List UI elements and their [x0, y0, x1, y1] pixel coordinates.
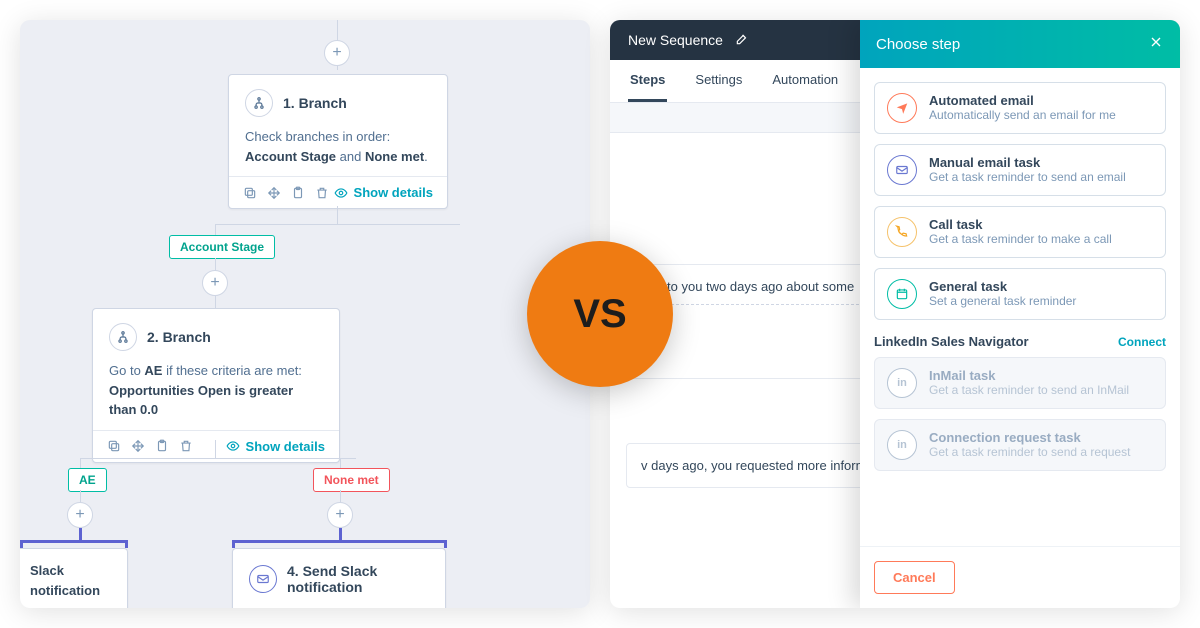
mail-icon — [249, 565, 277, 593]
option-inmail-task-disabled: in InMail taskGet a task reminder to sen… — [874, 357, 1166, 409]
option-general-task[interactable]: General taskSet a general task reminder — [874, 268, 1166, 320]
card-title: 2. Branch — [147, 329, 211, 345]
move-icon[interactable] — [131, 439, 145, 453]
workflow-canvas[interactable]: + 1. Branch Check branches in order: Acc… — [20, 20, 590, 608]
edit-icon[interactable] — [735, 32, 749, 49]
copy-icon[interactable] — [107, 439, 121, 453]
card-title: Slack notification — [30, 563, 100, 598]
add-step-mid[interactable]: + — [202, 270, 228, 296]
vs-badge: VS — [527, 241, 673, 387]
option-automated-email[interactable]: Automated emailAutomatically send an ema… — [874, 82, 1166, 134]
close-icon[interactable] — [1148, 34, 1164, 54]
show-details-link[interactable]: Show details — [226, 439, 325, 454]
show-details-link[interactable]: Show details — [334, 185, 433, 200]
branch-1-description: Check branches in order: Account Stage a… — [245, 127, 431, 166]
copy-icon[interactable] — [243, 186, 257, 200]
card-tool-icons — [243, 186, 329, 200]
card-title: 4. Send Slack notification — [287, 563, 429, 595]
drawer-title: Choose step — [876, 36, 960, 53]
option-connection-request-disabled: in Connection request taskGet a task rem… — [874, 419, 1166, 471]
card-tool-icons — [107, 439, 193, 453]
clipboard-icon[interactable] — [291, 186, 305, 200]
workflow-panel: + 1. Branch Check branches in order: Acc… — [20, 20, 590, 608]
slack-4-body: Would send — [249, 605, 429, 608]
move-icon[interactable] — [267, 186, 281, 200]
branch-icon — [245, 89, 273, 117]
add-step-none[interactable]: + — [327, 502, 353, 528]
branch-card-2[interactable]: 2. Branch Go to AE if these criteria are… — [92, 308, 340, 463]
linkedin-section-heading: LinkedIn Sales Navigator — [874, 334, 1029, 349]
clipboard-icon[interactable] — [155, 439, 169, 453]
branch-icon — [109, 323, 137, 351]
trash-icon[interactable] — [315, 186, 329, 200]
chip-account-stage[interactable]: Account Stage — [169, 235, 275, 259]
chip-none-met[interactable]: None met — [313, 468, 390, 492]
card-title: 1. Branch — [283, 95, 347, 111]
trash-icon[interactable] — [179, 439, 193, 453]
chip-ae[interactable]: AE — [68, 468, 107, 492]
add-step-ae[interactable]: + — [67, 502, 93, 528]
branch-card-1[interactable]: 1. Branch Check branches in order: Accou… — [228, 74, 448, 209]
slack-card-left-truncated[interactable]: Slack notification — [20, 548, 128, 608]
choose-step-drawer: Choose step Automated emailAutomatically… — [860, 20, 1180, 608]
add-step-top[interactable]: + — [324, 40, 350, 66]
tab-settings[interactable]: Settings — [693, 60, 744, 102]
slack-card-4[interactable]: 4. Send Slack notification Would send — [232, 548, 446, 608]
linkedin-connect-link[interactable]: Connect — [1118, 335, 1166, 349]
cancel-button[interactable]: Cancel — [874, 561, 955, 594]
sequence-title: New Sequence — [628, 32, 723, 48]
option-manual-email-task[interactable]: Manual email taskGet a task reminder to … — [874, 144, 1166, 196]
branch-2-description: Go to AE if these criteria are met: Oppo… — [109, 361, 323, 420]
sequence-panel: New Sequence Steps Settings Automation Y… — [610, 20, 1180, 608]
tab-steps[interactable]: Steps — [628, 60, 667, 102]
option-call-task[interactable]: Call taskGet a task reminder to make a c… — [874, 206, 1166, 258]
tab-automation[interactable]: Automation — [770, 60, 840, 102]
